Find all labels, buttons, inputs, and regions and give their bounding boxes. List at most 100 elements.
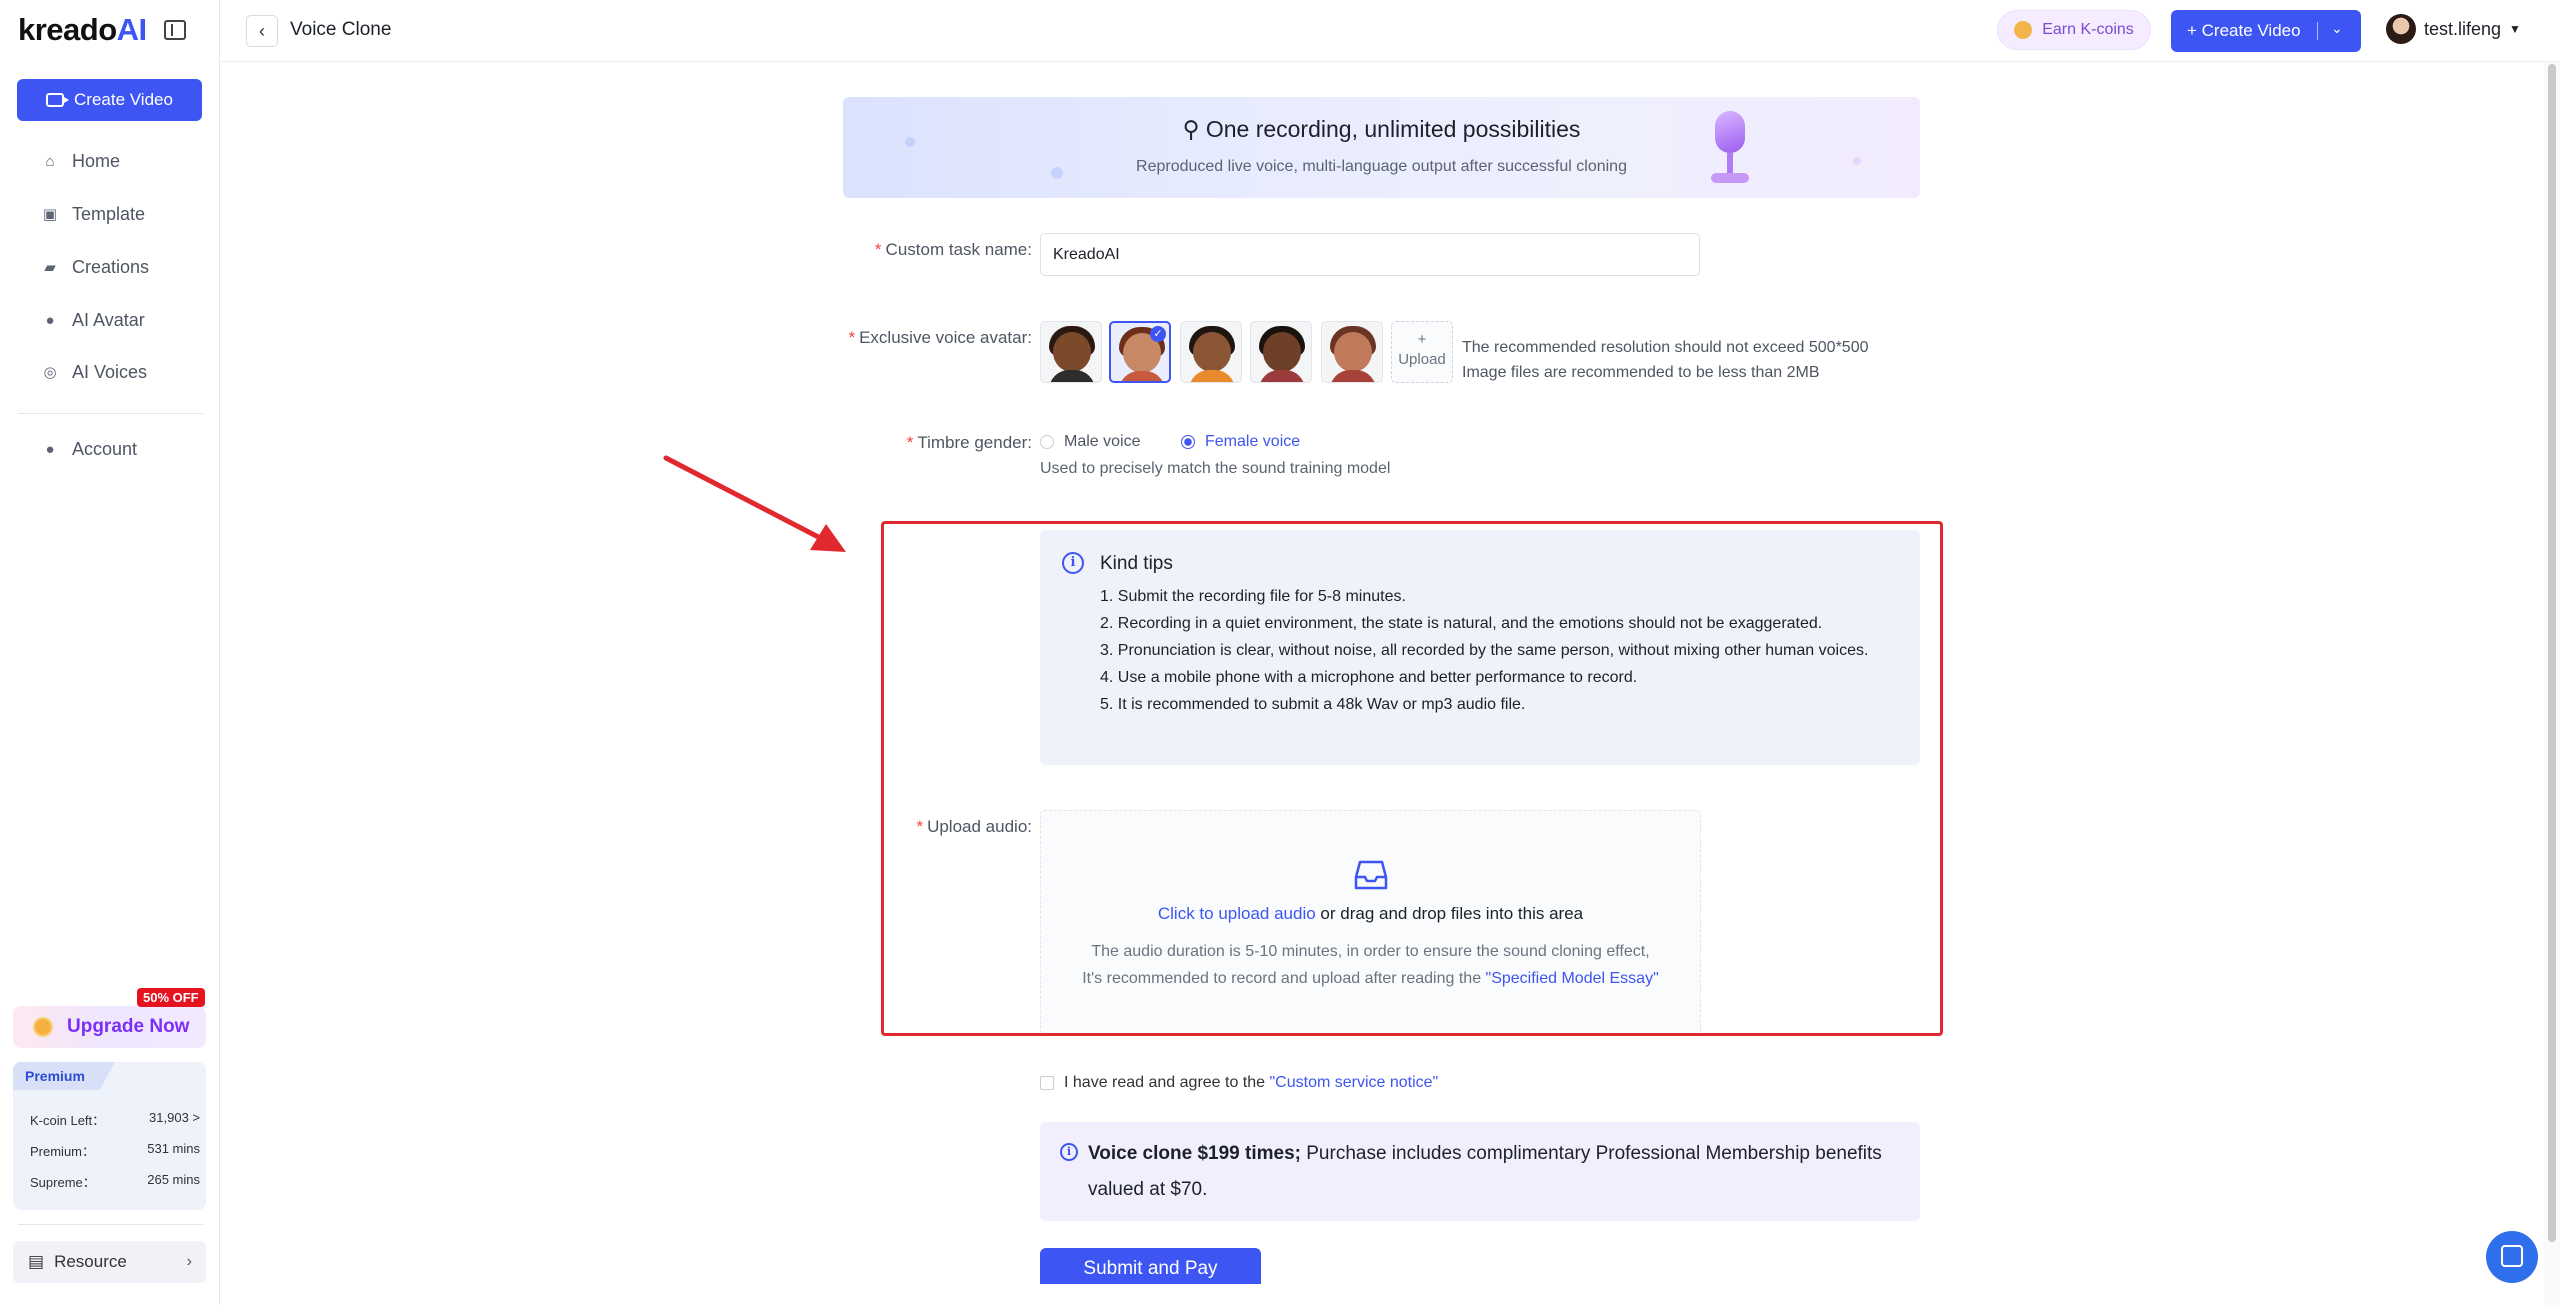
info-icon: i <box>1062 552 1084 574</box>
click-to-upload-link[interactable]: Click to upload audio <box>1158 904 1316 923</box>
avatar-option-4[interactable] <box>1250 321 1312 383</box>
premium-card: Premium K-coin Left： 31,903 > Premium： 5… <box>13 1062 206 1210</box>
model-essay-link[interactable]: "Specified Model Essay" <box>1486 970 1659 987</box>
upload-avatar-button[interactable]: + Upload <box>1391 321 1453 383</box>
upload-note: The audio duration is 5-10 minutes, in o… <box>1082 943 1659 987</box>
sidebar-create-video-button[interactable]: Create Video <box>17 79 202 121</box>
avatar-option-2[interactable]: ✓ <box>1109 321 1171 383</box>
promo-banner: ⚲ One recording, unlimited possibilities… <box>843 97 1920 198</box>
kind-tips-panel: i Kind tips 1. Submit the recording file… <box>1040 530 1920 765</box>
sidebar-item-home[interactable]: ⌂ Home <box>42 151 120 172</box>
sidebar-collapse-icon[interactable] <box>164 20 186 40</box>
sidebar-item-label: AI Voices <box>72 362 148 382</box>
sidebar-item-label: Home <box>72 151 121 171</box>
sidebar-item-template[interactable]: ▣ Template <box>42 204 145 225</box>
upload-label: Upload <box>1398 351 1446 368</box>
plus-icon: + <box>1417 331 1427 348</box>
female-voice-radio[interactable]: Female voice <box>1181 433 1300 451</box>
document-icon: ▤ <box>28 1252 45 1271</box>
chevron-left-icon: ‹ <box>259 20 265 41</box>
page-scrollbar[interactable] <box>2544 62 2560 1305</box>
sidebar-item-account[interactable]: ● Account <box>42 439 137 460</box>
earn-k-coins-button[interactable]: Earn K-coins <box>1997 10 2151 50</box>
upload-audio-label: * Upload audio: <box>916 817 1032 836</box>
inbox-icon <box>1354 860 1388 890</box>
k-coin-icon <box>2014 21 2033 39</box>
user-icon: ● <box>45 440 55 458</box>
avatar-option-1[interactable] <box>1040 321 1102 383</box>
tip-item: 1. Submit the recording file for 5-8 min… <box>1100 588 1406 605</box>
info-icon: i <box>1060 1143 1078 1161</box>
agreement-checkbox[interactable] <box>1040 1076 1054 1090</box>
agreement-text: I have read and agree to the <box>1064 1074 1270 1091</box>
k-coin-label: K-coin Left： <box>30 1113 106 1128</box>
magic-wand-icon: ⚲ <box>1182 116 1200 142</box>
sidebar-item-label: Creations <box>72 257 150 277</box>
username: test.lifeng <box>2424 18 2502 39</box>
premium-label: Premium： <box>30 1144 96 1159</box>
timbre-gender-label: * Timbre gender: <box>906 433 1032 452</box>
avatar-option-5[interactable] <box>1321 321 1383 383</box>
premium-tag: Premium <box>13 1062 115 1090</box>
earn-label: Earn K-coins <box>2042 21 2134 38</box>
avatar <box>2386 14 2416 44</box>
tip-item: 2. Recording in a quiet environment, the… <box>1100 615 1823 632</box>
k-coin-row[interactable]: K-coin Left： 31,903 > <box>30 1110 200 1129</box>
audio-upload-dropzone[interactable]: Click to upload audio or drag and drop f… <box>1040 810 1701 1035</box>
sidebar-item-label: Account <box>72 439 138 459</box>
upload-instructions: Click to upload audio or drag and drop f… <box>1041 904 1700 924</box>
custom-service-notice-link[interactable]: "Custom service notice" <box>1269 1074 1438 1091</box>
male-voice-radio[interactable]: Male voice <box>1040 433 1140 451</box>
check-icon: ✓ <box>1150 326 1166 342</box>
supreme-label: Supreme： <box>30 1175 96 1190</box>
button-separator <box>2317 22 2318 40</box>
create-video-label: + Create Video <box>2187 21 2301 40</box>
resource-menu-button[interactable]: ▤ Resource › <box>13 1241 206 1283</box>
radio-icon <box>1040 435 1054 449</box>
upgrade-now-button[interactable]: Upgrade Now <box>13 1006 206 1048</box>
annotation-arrow-icon <box>663 455 846 552</box>
folder-icon: ▰ <box>44 258 56 276</box>
k-coin-icon <box>33 1017 53 1037</box>
supreme-mins-row: Supreme： 265 mins <box>30 1172 200 1191</box>
premium-mins-row: Premium： 531 mins <box>30 1141 200 1160</box>
tips-list: 1. Submit the recording file for 5-8 min… <box>1100 584 1900 719</box>
tip-item: 5. It is recommended to submit a 48k Wav… <box>1100 696 1526 713</box>
voice-icon: ◎ <box>43 363 57 381</box>
tip-item: 3. Pronunciation is clear, without noise… <box>1100 642 1869 659</box>
k-coin-value: 31,903 > <box>149 1110 200 1125</box>
header-create-video-button[interactable]: + Create Video ⌄ <box>2171 10 2361 52</box>
sidebar-item-creations[interactable]: ▰ Creations <box>42 257 149 278</box>
support-chat-button[interactable] <box>2486 1231 2538 1283</box>
sidebar: kreadoAI Create Video ⌂ Home ▣ Template … <box>0 0 220 1305</box>
gender-hint: Used to precisely match the sound traini… <box>1040 460 1391 477</box>
user-menu[interactable]: test.lifeng ▼ <box>2386 14 2521 44</box>
template-icon: ▣ <box>42 205 58 223</box>
submit-and-pay-button[interactable]: Submit and Pay <box>1040 1248 1261 1284</box>
upgrade-label: Upgrade Now <box>67 1016 190 1037</box>
tip-item: 4. Use a mobile phone with a microphone … <box>1100 669 1638 686</box>
top-bar: ‹ Voice Clone Earn K-coins + Create Vide… <box>220 0 2560 62</box>
supreme-value: 265 mins <box>147 1172 200 1187</box>
microphone-illustration-icon <box>1703 111 1755 189</box>
chevron-right-icon: › <box>186 1253 192 1270</box>
female-voice-label: Female voice <box>1205 433 1301 450</box>
scrollbar-thumb[interactable] <box>2548 64 2556 1242</box>
task-name-input[interactable] <box>1040 233 1700 276</box>
avatar-option-3[interactable] <box>1180 321 1242 383</box>
back-button[interactable]: ‹ <box>246 15 278 47</box>
caret-down-icon: ▼ <box>2509 22 2521 36</box>
price-text: Voice clone $199 times; Purchase include… <box>1088 1143 1882 1200</box>
price-notice: i Voice clone $199 times; Purchase inclu… <box>1040 1122 1920 1221</box>
task-name-label: * Custom task name: <box>874 240 1032 259</box>
kreadoai-logo[interactable]: kreadoAI <box>18 12 147 48</box>
sidebar-divider <box>18 1224 203 1225</box>
create-video-label: Create Video <box>74 90 173 109</box>
male-voice-label: Male voice <box>1064 433 1141 450</box>
chevron-down-icon[interactable]: ⌄ <box>2331 20 2343 37</box>
sidebar-item-ai-avatar[interactable]: ● AI Avatar <box>42 310 144 331</box>
tips-title: Kind tips <box>1100 553 1173 574</box>
avatar-icon: ● <box>45 311 55 329</box>
page-title: Voice Clone <box>290 19 392 40</box>
sidebar-item-ai-voices[interactable]: ◎ AI Voices <box>42 362 147 383</box>
